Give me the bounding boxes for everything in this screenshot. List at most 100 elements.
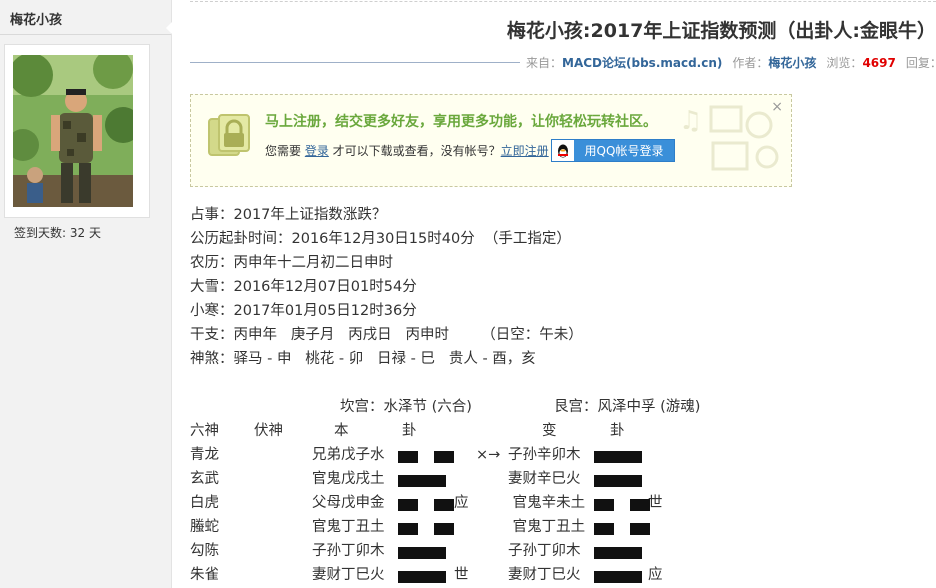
yin-line-segment [594, 499, 614, 511]
media-decoration-icon: ♫ [679, 105, 779, 171]
avatar-photo [13, 55, 133, 207]
bian-yao-cell: 官鬼丁丑土 [508, 519, 586, 535]
yin-line-segment [630, 523, 650, 535]
yin-line-segment [594, 523, 614, 535]
bian-yao-cell: 子孙丁卯木 [508, 543, 581, 559]
header-gua: 卦 [402, 423, 417, 439]
header-gua-2: 卦 [610, 423, 625, 439]
thread-author-link[interactable]: 梅花小孩 [768, 56, 816, 70]
yang-line-segment [398, 571, 446, 583]
author-sidebar: 梅花小孩 签到天数: 32 天 [0, 0, 172, 588]
ben-yao-cell: 兄弟戊子水 [312, 447, 385, 463]
gua-row: 勾陈 子孙丁卯木 子孙丁卯木 [190, 539, 936, 563]
register-hint: 您需要 登录 才可以下载或查看，没有帐号？立即注册 [265, 142, 549, 159]
bian-shi-ying-mark: 应 [648, 567, 663, 583]
views-label: 浏览： [826, 56, 863, 70]
ben-yao-line [398, 451, 454, 463]
meta-divider [190, 62, 520, 63]
ben-yao-cell: 官鬼丁丑土 [312, 519, 385, 535]
yin-line-segment [630, 499, 650, 511]
header-liushen: 六神 [190, 423, 219, 439]
mid-text: 才可以下载或查看，没有帐号？ [328, 144, 501, 158]
ben-yao-cell: 妻财丁巳火 [312, 567, 385, 583]
gua-row: 白虎 父母戊申金 应 官鬼辛未土 世 [190, 491, 936, 515]
thread-title: 梅花小孩:2017年上证指数预测（出卦人:金眼牛） [506, 20, 936, 42]
yin-line-segment [398, 523, 418, 535]
post-line: 公历起卦时间：2016年12月30日15时40分 （手工指定） [190, 231, 571, 247]
bian-yao-line [594, 523, 650, 535]
need-text: 您需要 [265, 144, 305, 158]
post-line: 神煞：驿马 - 申 桃花 - 卯 日禄 - 巳 贵人 - 酉，亥 [190, 351, 536, 367]
moving-line-mark: ×→ [476, 447, 501, 463]
ben-yao-cell: 父母戊申金 [312, 495, 385, 511]
bian-yao-cell: 妻财辛巳火 [508, 471, 581, 487]
bian-yao-line [594, 547, 642, 559]
yin-line-segment [398, 499, 418, 511]
ben-gua-title: 坎宫：水泽节 (六合) [340, 399, 472, 415]
login-link[interactable]: 登录 [305, 144, 329, 158]
yin-line-segment [434, 523, 454, 535]
ben-yao-cell: 子孙丁卯木 [312, 543, 385, 559]
ben-yao-line [398, 571, 446, 583]
shi-ying-mark: 世 [454, 567, 469, 583]
ben-yao-line [398, 499, 454, 511]
views-count: 4697 [862, 56, 896, 70]
ben-yao-line [398, 475, 446, 487]
post-line: 大雪：2016年12月07日01时54分 [190, 279, 417, 295]
ben-yao-line [398, 547, 446, 559]
qq-login-label: 用QQ帐号登录 [584, 144, 664, 158]
qq-login-button[interactable]: 用QQ帐号登录 [551, 139, 675, 162]
header-bian: 变 [542, 423, 557, 439]
bian-yao-line [594, 451, 642, 463]
avatar-frame [4, 44, 150, 218]
bian-yao-cell: 官鬼辛未土 [508, 495, 586, 511]
bian-yao-line [594, 499, 650, 511]
shi-ying-mark: 应 [454, 495, 469, 511]
yang-line-segment [594, 571, 642, 583]
gua-row: 玄武 官鬼戊戌土 妻财辛巳火 [190, 467, 936, 491]
gua-row: 朱雀 妻财丁巳火 世 妻财丁巳火 应 [190, 563, 936, 587]
bian-shi-ying-mark: 世 [648, 495, 663, 511]
post-line: 小寒：2017年01月05日12时36分 [190, 303, 417, 319]
gua-row: 螣蛇 官鬼丁丑土 官鬼丁丑土 [190, 515, 936, 539]
ben-yao-cell: 官鬼戊戌土 [312, 471, 385, 487]
liushen-cell: 螣蛇 [190, 519, 219, 535]
svg-text:♫: ♫ [679, 106, 702, 136]
header-fushen: 伏神 [254, 423, 283, 439]
gua-row: 青龙 兄弟戊子水 ×→ 子孙辛卯木 [190, 443, 936, 467]
liushen-cell: 勾陈 [190, 543, 219, 559]
top-divider [190, 1, 936, 2]
yang-line-segment [398, 475, 446, 487]
bian-gua-title: 艮宫：风泽中孚 (游魂) [554, 399, 701, 415]
avatar[interactable] [13, 55, 133, 207]
yang-line-segment [594, 451, 642, 463]
thread-meta: 来自：MACD论坛(bbs.macd.cn)作者：梅花小孩浏览：4697回复：3… [526, 54, 936, 71]
post-line: 占事：2017年上证指数涨跌？ [190, 207, 387, 223]
liushen-cell: 玄武 [190, 471, 219, 487]
yang-line-segment [594, 547, 642, 559]
from-label: 来自： [526, 56, 563, 70]
checkin-days: 签到天数: 32 天 [14, 226, 101, 240]
ben-yao-line [398, 523, 454, 535]
close-icon[interactable]: × [771, 99, 783, 115]
yin-line-segment [434, 451, 454, 463]
post-line: 干支：丙申年 庚子月 丙戌日 丙申时 （日空：午未） [190, 327, 583, 343]
author-name-link[interactable]: 梅花小孩 [10, 9, 62, 28]
source-link[interactable]: MACD论坛(bbs.macd.cn) [562, 56, 722, 70]
liushen-cell: 朱雀 [190, 567, 219, 583]
yin-line-segment [398, 451, 418, 463]
liushen-cell: 白虎 [190, 495, 219, 511]
header-ben: 本 [334, 423, 349, 439]
register-prompt: ♫ 马上注册，结交更多好友，享用更多功能，让你轻松玩转社区。 您需要 登录 才可… [190, 94, 792, 187]
post-line: 农历：丙申年十二月初二日申时 [190, 255, 393, 271]
register-link[interactable]: 立即注册 [501, 144, 549, 158]
sidebar-notch [166, 22, 172, 34]
bian-yao-line [594, 571, 642, 583]
liushen-cell: 青龙 [190, 447, 219, 463]
yang-line-segment [594, 475, 642, 487]
yang-line-segment [398, 547, 446, 559]
author-header: 梅花小孩 [0, 0, 172, 35]
bian-yao-cell: 妻财丁巳火 [508, 567, 581, 583]
author-label: 作者： [732, 56, 769, 70]
register-title: 马上注册，结交更多好友，享用更多功能，让你轻松玩转社区。 [265, 114, 657, 130]
